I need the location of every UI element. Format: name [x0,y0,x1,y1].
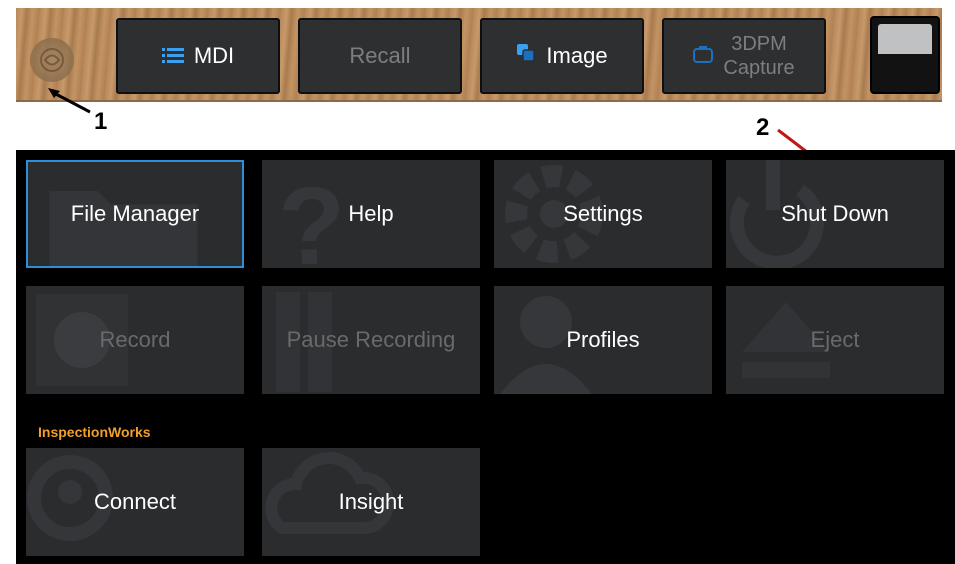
svg-text:?: ? [278,165,345,268]
settings-label: Settings [563,201,643,226]
record-label: Record [99,327,171,352]
window-toggle-button[interactable] [870,16,940,94]
camera-icon [693,43,714,69]
eject-tile[interactable]: Eject [726,286,944,394]
3dpm-capture-button[interactable]: 3DPM Capture [662,18,826,94]
connect-label: Connect [94,489,176,514]
connect-tile[interactable]: Connect [26,448,244,556]
callout-2-number: 2 [756,114,770,141]
shut-down-label: Shut Down [781,201,889,226]
callout-1-arrow [48,88,91,114]
window-toggle-icon [878,24,932,54]
file-manager-tile[interactable]: File Manager [26,160,244,268]
callout-1-number: 1 [94,108,108,135]
pause-recording-tile[interactable]: Pause Recording [262,286,480,394]
image-label: Image [546,43,608,68]
recall-label: Recall [349,43,411,68]
record-tile[interactable]: Record [26,286,244,394]
home-logo-icon[interactable] [30,38,74,82]
help-label: Help [348,201,394,226]
profiles-label: Profiles [566,327,640,352]
image-button[interactable]: Image [480,18,644,94]
capture-label: 3DPM Capture [723,32,794,80]
settings-tile[interactable]: Settings [494,160,712,268]
file-manager-label: File Manager [70,201,200,226]
profiles-tile[interactable]: Profiles [494,286,712,394]
mdi-label: MDI [193,43,235,68]
top-toolbar: MDI Recall Image 3DPM Capture [16,8,942,102]
shut-down-tile[interactable]: Shut Down [726,160,944,268]
help-tile[interactable]: ? Help [262,160,480,268]
capture-label-line2: Capture [723,57,795,79]
insight-tile[interactable]: Insight [262,448,480,556]
recall-button[interactable]: Recall [298,18,462,94]
pause-recording-label: Pause Recording [286,327,456,352]
eject-label: Eject [810,327,860,352]
inspectionworks-section-label: InspectionWorks [38,424,151,440]
list-icon [161,43,184,69]
capture-label-line1: 3DPM [731,33,787,55]
image-stack-icon [516,43,536,69]
insight-label: Insight [338,489,404,514]
main-menu-panel: File Manager ? Help Settings Shut Down R… [16,150,955,564]
mdi-button[interactable]: MDI [116,18,280,94]
